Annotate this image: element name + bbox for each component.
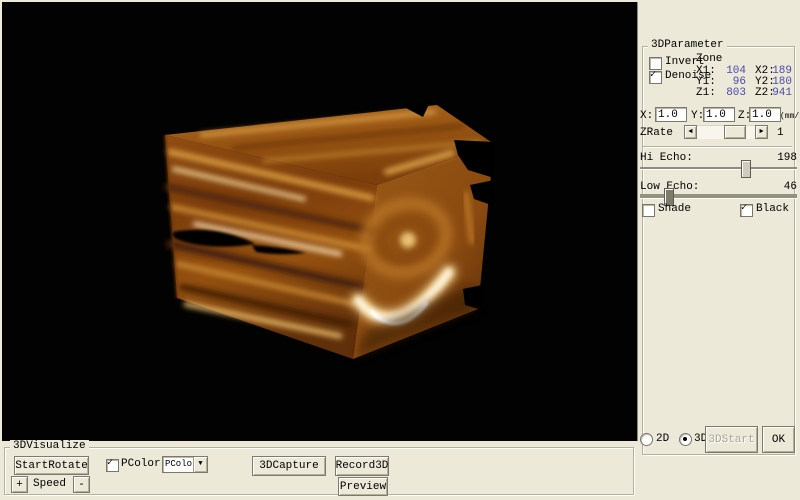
- volume-render-image: [2, 2, 637, 441]
- pcolor-checkbox[interactable]: ✓: [106, 459, 119, 472]
- black-checkbox[interactable]: ✓: [740, 204, 753, 217]
- hi-echo-label: Hi Echo:: [640, 152, 693, 164]
- scale-x-label: X:: [640, 110, 653, 122]
- record3d-button[interactable]: Record3D: [335, 456, 389, 476]
- mode-2d-radio[interactable]: [640, 433, 653, 446]
- pcolor-checkbox-label: PColor: [121, 458, 161, 470]
- denoise-checkbox[interactable]: ✓: [649, 71, 662, 84]
- 3dcapture-button[interactable]: 3DCapture: [252, 456, 326, 476]
- scale-unit-label: (mm/p): [780, 111, 800, 123]
- radio-dot: [683, 437, 687, 441]
- speed-plus-button[interactable]: +: [11, 476, 28, 493]
- pcolor-dropdown-value: PColor: [163, 457, 193, 472]
- hi-echo-slider-thumb[interactable]: [741, 160, 751, 178]
- zrate-scrollbar-track[interactable]: [697, 125, 755, 139]
- mode-2d-label: 2D: [656, 433, 669, 445]
- zrate-scrollbar[interactable]: ◄ ►: [684, 125, 768, 139]
- zone-z1-label: Z1:: [696, 87, 716, 99]
- start-rotate-button[interactable]: StartRotate: [14, 456, 89, 475]
- pcolor-dropdown[interactable]: PColor ▼: [162, 456, 208, 473]
- shade-checkbox[interactable]: [642, 204, 655, 217]
- parameter-separator: [643, 146, 792, 148]
- zrate-label: ZRate: [640, 127, 673, 139]
- scale-x-input[interactable]: [655, 107, 687, 122]
- scale-y-input[interactable]: [703, 107, 735, 122]
- preview-button[interactable]: Preview: [338, 477, 388, 496]
- low-echo-value: 46: [760, 181, 797, 193]
- black-label: Black: [756, 203, 789, 215]
- parameter-groupbox-title: 3DParameter: [648, 39, 727, 51]
- check-icon: ✓: [107, 458, 113, 469]
- zone-z2-value: 941: [768, 87, 792, 99]
- shade-label: Shade: [658, 203, 691, 215]
- app-window: 3DParameter Invert ✓ Denoise Zone X1: 10…: [0, 0, 800, 500]
- invert-checkbox[interactable]: [649, 57, 662, 70]
- volume-render-canvas[interactable]: [2, 2, 638, 441]
- check-icon: ✓: [650, 70, 656, 81]
- 3dstart-button[interactable]: 3DStart: [705, 426, 758, 453]
- scale-z-input[interactable]: [749, 107, 781, 122]
- speed-label: Speed: [33, 478, 66, 490]
- zone-title: Zone: [696, 53, 722, 65]
- zrate-scroll-right-icon[interactable]: ►: [755, 125, 768, 139]
- check-icon: ✓: [741, 203, 747, 214]
- visualize-groupbox-title: 3DVisualize: [10, 440, 89, 452]
- ok-button[interactable]: OK: [762, 426, 795, 453]
- hi-echo-slider-track[interactable]: [640, 167, 797, 170]
- zrate-scrollbar-thumb[interactable]: [724, 125, 746, 139]
- chevron-down-icon[interactable]: ▼: [193, 457, 207, 472]
- mode-3d-radio[interactable]: [679, 433, 692, 446]
- speed-minus-button[interactable]: -: [73, 476, 90, 493]
- zrate-scroll-left-icon[interactable]: ◄: [684, 125, 697, 139]
- zone-z1-value: 803: [720, 87, 746, 99]
- hi-echo-value: 198: [760, 152, 797, 164]
- zrate-value: 1: [777, 127, 784, 139]
